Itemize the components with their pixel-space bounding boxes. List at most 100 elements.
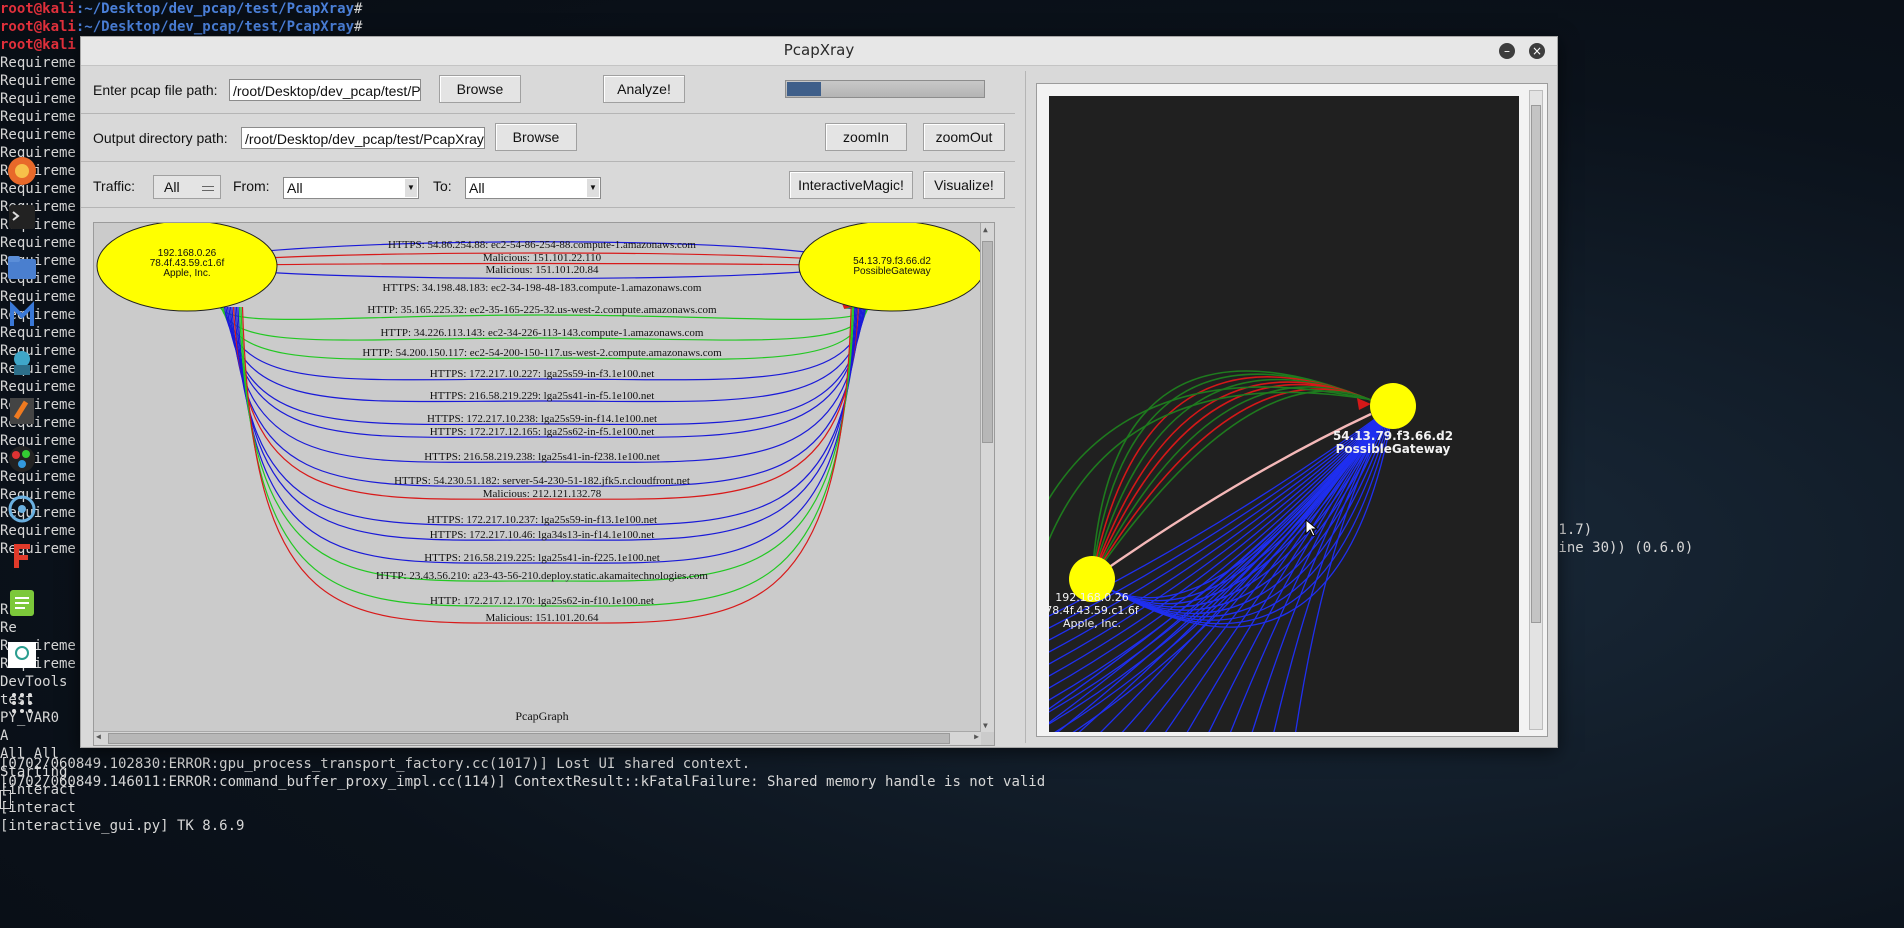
beef-icon[interactable] xyxy=(4,442,40,476)
interactive-gateway-mac: 54.13.79.f3.66.d2 xyxy=(1333,429,1453,443)
from-label: From: xyxy=(233,178,270,194)
terminal-line: Requireme xyxy=(0,127,76,143)
terminal-line: [interactive_gui.py] TK 8.6.9 xyxy=(0,818,245,834)
chevron-down-icon[interactable]: ▼ xyxy=(405,179,417,197)
traffic-label: Traffic: xyxy=(93,178,136,194)
zoom-in-button[interactable]: zoomIn xyxy=(825,123,907,151)
graph-edge-label: HTTPS: 34.198.48.183: ec2-34-198-48-183.… xyxy=(383,282,702,294)
pcap-path-input[interactable]: /root/Desktop/dev_pcap/test/PcapXray/Sam… xyxy=(229,79,421,101)
graph-edge-label: Malicious: 151.101.22.110 xyxy=(483,252,602,264)
scroll-left-icon[interactable]: ◀ xyxy=(96,732,101,741)
graph-edge-label: HTTP: 34.226.113.143: ec2-34-226-113-143… xyxy=(380,327,703,339)
traffic-select[interactable]: All xyxy=(153,175,221,199)
zoom-out-button[interactable]: zoomOut xyxy=(923,123,1005,151)
source-node-vendor: Apple, Inc. xyxy=(163,268,210,279)
from-select[interactable]: All ▼ xyxy=(283,177,419,199)
to-select[interactable]: All ▼ xyxy=(465,177,601,199)
folder-icon[interactable] xyxy=(4,250,40,284)
chevron-down-icon[interactable]: ▼ xyxy=(587,179,599,197)
terminal-line: Requireme xyxy=(0,91,76,107)
pcap-graph: HTTPS: 54.86.254.88: ec2-54-86-254-88.co… xyxy=(96,223,982,723)
graph-edge-label: HTTPS: 172.217.10.227: lga25s59-in-f3.1e… xyxy=(430,368,655,380)
interactive-graph-frame: 54.13.79.f3.66.d2 PossibleGateway 192.16… xyxy=(1036,83,1548,737)
graph-edge-label: HTTPS: 172.217.12.165: lga25s62-in-f5.1e… xyxy=(430,426,655,438)
gateway-node-label: PossibleGateway xyxy=(853,266,930,277)
show-applications-icon[interactable] xyxy=(4,686,40,720)
graph-edge-label: HTTP: 172.217.12.170: lga25s62-in-f10.1e… xyxy=(430,595,654,607)
progress-fill xyxy=(787,82,821,96)
output-browse-button[interactable]: Browse xyxy=(495,123,577,151)
terminal-line: Re xyxy=(0,620,17,636)
scroll-right-icon[interactable]: ▶ xyxy=(974,732,979,741)
output-dir-label: Output directory path: xyxy=(93,130,228,146)
interactive-graph: 54.13.79.f3.66.d2 PossibleGateway 192.16… xyxy=(1049,370,1453,732)
interactive-gateway-node[interactable] xyxy=(1370,383,1416,429)
graph-edge-label: HTTPS: 216.58.219.225: lga25s41-in-f225.… xyxy=(424,552,660,564)
graph-edge-label: Malicious: 212.121.132.78 xyxy=(483,488,602,500)
analysis-progress-bar xyxy=(785,80,985,98)
to-label: To: xyxy=(433,178,452,194)
terminal-right-fragment-3: line 30)) (0.6.0) xyxy=(1550,540,1694,556)
terminal-line: Requireme xyxy=(0,55,76,71)
from-select-value: All xyxy=(287,180,303,196)
pcap-path-label: Enter pcap file path: xyxy=(93,82,218,98)
maltego-icon[interactable] xyxy=(4,492,40,526)
graph-edge-label: HTTP: 54.200.150.117: ec2-54-200-150-117… xyxy=(362,347,722,359)
graph-edge-label: HTTPS: 172.217.10.46: lga34s13-in-f14.1e… xyxy=(430,529,655,541)
leafpad-icon[interactable] xyxy=(4,586,40,620)
scroll-up-icon[interactable]: ▲ xyxy=(983,225,988,234)
terminal-line: Requireme xyxy=(0,73,76,89)
app-icon[interactable] xyxy=(4,638,40,672)
terminal-error-line-2: [0702/060849.146011:ERROR:command_buffer… xyxy=(0,774,1046,790)
interactive-magic-button[interactable]: InteractiveMagic! xyxy=(789,171,913,199)
graph-edge xyxy=(226,306,864,426)
graph-edge-label: HTTPS: 172.217.10.238: lga25s59-in-f14.1… xyxy=(427,413,657,425)
graph-edge-label: HTTPS: 172.217.10.237: lga25s59-in-f13.1… xyxy=(427,514,657,526)
interactive-graph-pane: 54.13.79.f3.66.d2 PossibleGateway 192.16… xyxy=(1025,71,1556,743)
firefox-icon[interactable] xyxy=(4,154,40,188)
graph-edge-label: HTTPS: 54.230.51.182: server-54-230-51-1… xyxy=(394,475,690,487)
terminal-prompt: root@kali:~/Desktop/dev_pcap/test/PcapXr… xyxy=(0,19,363,35)
graph-vertical-scrollbar[interactable]: ▲ ▼ xyxy=(980,223,994,732)
graph-edge-label: HTTP: 35.165.225.32: ec2-35-165-225-32.u… xyxy=(367,304,717,316)
terminal-error-line-1: [0702/060849.102830:ERROR:gpu_process_tr… xyxy=(0,756,751,772)
terminal-prompt: root@kali:~/Desktop/dev_pcap/test/PcapXr… xyxy=(0,1,363,17)
graph-horizontal-scrollbar[interactable]: ◀ ▶ xyxy=(94,731,981,745)
graph-edge-label: Malicious: 151.101.20.84 xyxy=(485,264,599,276)
pcap-browse-button[interactable]: Browse xyxy=(439,75,521,103)
interactive-graph-canvas[interactable]: 54.13.79.f3.66.d2 PossibleGateway 192.16… xyxy=(1049,96,1519,732)
graph-edge-label: HTTPS: 216.58.219.238: lga25s41-in-f238.… xyxy=(424,451,660,463)
window-title: PcapXray xyxy=(783,41,855,59)
graph-edge-label: HTTPS: 54.86.254.88: ec2-54-86-254-88.co… xyxy=(388,239,696,251)
visualize-button[interactable]: Visualize! xyxy=(923,171,1005,199)
terminal-line: A xyxy=(0,728,9,744)
window-titlebar[interactable]: PcapXray – × xyxy=(81,37,1557,66)
terminal-prompt-fragment: root@kali xyxy=(0,37,76,53)
interactive-source-vendor: Apple, Inc. xyxy=(1063,617,1121,630)
terminal-line: Requireme xyxy=(0,109,76,125)
scroll-down-icon[interactable]: ▼ xyxy=(983,721,988,730)
pcapxray-window: PcapXray – × Enter pcap file path: /root… xyxy=(80,36,1558,748)
metasploit-icon[interactable] xyxy=(4,298,40,332)
to-select-value: All xyxy=(469,180,485,196)
close-button[interactable]: × xyxy=(1529,43,1545,59)
interactive-graph-scrollbar[interactable] xyxy=(1529,90,1543,730)
output-dir-input[interactable]: /root/Desktop/dev_pcap/test/PcapXray/Rep… xyxy=(241,127,485,149)
minimize-button[interactable]: – xyxy=(1499,43,1515,59)
graph-edge-label: HTTPS: 216.58.219.229: lga25s41-in-f5.1e… xyxy=(430,390,655,402)
graph-edge-label: Malicious: 151.101.20.64 xyxy=(485,612,599,624)
interactive-source-mac: 78.4f.43.59.c1.6f xyxy=(1049,604,1140,617)
graph-caption: PcapGraph xyxy=(515,709,568,723)
pcap-graph-canvas[interactable]: HTTPS: 54.86.254.88: ec2-54-86-254-88.co… xyxy=(93,222,995,746)
interactive-gateway-label: PossibleGateway xyxy=(1336,442,1451,456)
interactive-source-ip: 192.168.0.26 xyxy=(1055,591,1128,604)
armitage-icon[interactable] xyxy=(4,345,40,379)
analyze-button[interactable]: Analyze! xyxy=(603,75,685,103)
burpsuite-icon[interactable] xyxy=(4,394,40,428)
option-indicator-icon xyxy=(202,186,214,191)
terminal-cursor xyxy=(0,790,11,809)
faraday-icon[interactable] xyxy=(4,538,40,572)
graph-edge-label: HTTP: 23.43.56.210: a23-43-56-210.deploy… xyxy=(376,570,708,582)
terminal-app-icon[interactable] xyxy=(4,200,40,234)
traffic-select-value: All xyxy=(164,179,180,195)
